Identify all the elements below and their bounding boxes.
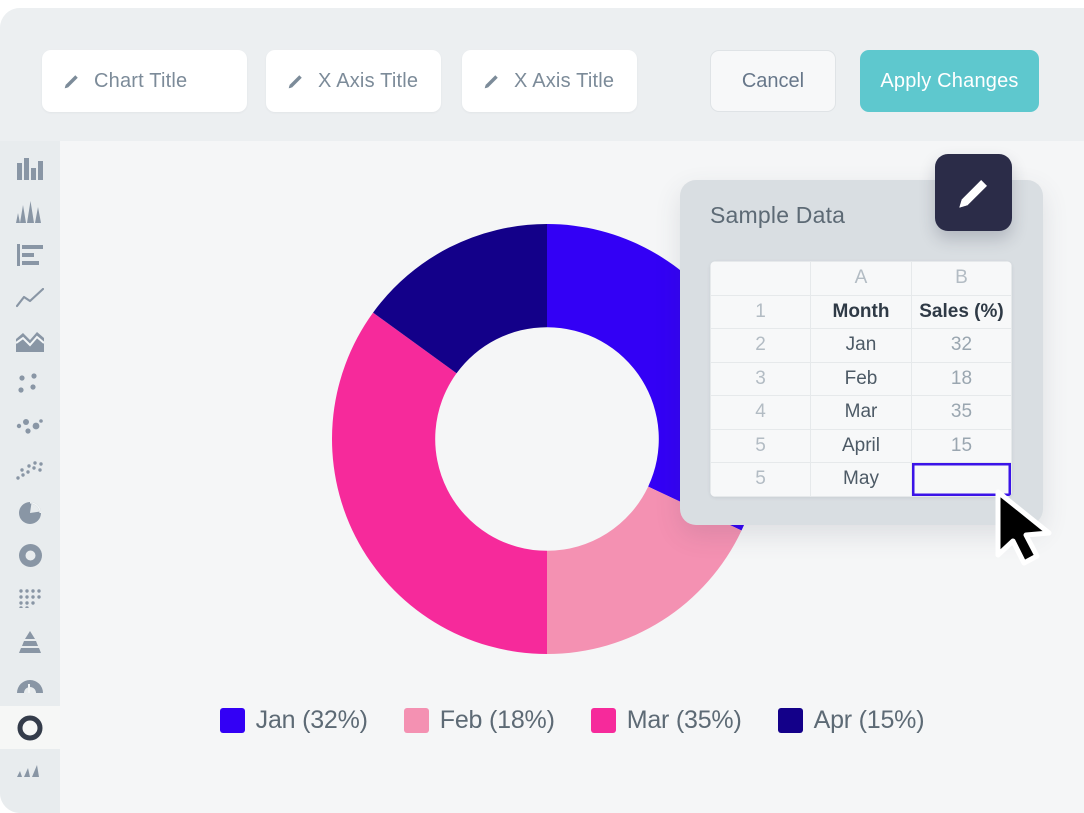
- column-header-blank[interactable]: [710, 261, 811, 296]
- sidebar-item-bubble-chart[interactable]: [0, 405, 60, 448]
- data-sheet[interactable]: A B 1 Month Sales (%) 2 Jan 32 3 Feb 18 4 Mar 35 5 Ap…: [710, 261, 1012, 497]
- row-number[interactable]: 5: [710, 462, 811, 497]
- row-number[interactable]: 3: [710, 361, 811, 396]
- column-header-b[interactable]: B: [911, 261, 1012, 296]
- pencil-icon: [958, 179, 987, 208]
- legend-label: Mar (35%): [626, 706, 742, 734]
- panel-title: Sample Data: [710, 202, 846, 228]
- peak-chart-icon: [16, 200, 41, 223]
- cell-b[interactable]: 15: [911, 428, 1012, 463]
- table-row: 2 Jan 32: [710, 328, 1012, 363]
- bar-chart-icon: [17, 157, 43, 180]
- x-axis-title-label-2: X Axis Title: [514, 69, 615, 92]
- pie-chart-icon: [19, 501, 41, 524]
- legend-swatch: [219, 708, 245, 733]
- sample-data-panel: Sample Data A B 1 Month Sales (%) 2 Jan 32 3 Fe…: [680, 154, 1043, 525]
- legend-label: Jan (32%): [255, 706, 368, 734]
- horizontal-bar-icon: [17, 243, 43, 266]
- table-row: 4 Mar 35: [710, 395, 1012, 430]
- sidebar-item-dot-plot[interactable]: [0, 362, 60, 405]
- chart-legend: Jan (32%) Feb (18%) Mar (35%) Apr (15%): [60, 706, 1084, 735]
- sidebar-item-scatter-plot[interactable]: [0, 448, 60, 491]
- pencil-icon: [288, 74, 302, 88]
- area-chart-icon: [16, 331, 44, 352]
- table-row: 3 Feb 18: [710, 361, 1012, 396]
- table-row: 5 May: [710, 462, 1012, 497]
- sidebar-item-horizontal-bar[interactable]: [0, 233, 60, 276]
- cell-b[interactable]: 35: [911, 395, 1012, 430]
- sidebar-item-donut-chart[interactable]: [0, 706, 60, 749]
- sidebar-item-donut-ring[interactable]: [0, 534, 60, 577]
- legend-item-jan[interactable]: Jan (32%): [219, 706, 368, 735]
- cell-b-selected[interactable]: [911, 462, 1012, 497]
- sidebar-item-peak-chart[interactable]: [0, 190, 60, 233]
- app-window: Chart Title X Axis Title X Axis Title Ca…: [0, 8, 1084, 813]
- legend-label: Apr (15%): [813, 706, 925, 734]
- table-row: 1 Month Sales (%): [710, 294, 1012, 329]
- legend-label: Feb (18%): [439, 706, 555, 734]
- cell-a[interactable]: Feb: [810, 361, 912, 396]
- dot-plot-icon: [18, 372, 37, 393]
- cell-a[interactable]: April: [810, 428, 912, 463]
- cell-a[interactable]: Jan: [810, 328, 912, 363]
- table-row: 5 April 15: [710, 428, 1012, 463]
- cell-a[interactable]: May: [810, 462, 912, 497]
- scatter-plot-icon: [16, 460, 43, 480]
- legend-swatch: [590, 708, 616, 733]
- cell-b[interactable]: 32: [911, 328, 1012, 363]
- chart-title-button[interactable]: Chart Title: [42, 50, 247, 112]
- chart-title-label: Chart Title: [94, 69, 188, 92]
- cell-a[interactable]: Mar: [810, 395, 912, 430]
- row-number[interactable]: 1: [710, 294, 811, 329]
- cell-b[interactable]: Sales (%): [911, 294, 1012, 329]
- sidebar-item-sparkline[interactable]: [0, 749, 60, 792]
- sidebar-item-bar-chart[interactable]: [0, 147, 60, 190]
- donut-slice-mar[interactable]: [332, 312, 547, 654]
- pencil-icon: [484, 74, 498, 88]
- row-number[interactable]: 5: [710, 428, 811, 463]
- sidebar-item-pie-chart[interactable]: [0, 491, 60, 534]
- edit-data-button[interactable]: [935, 154, 1012, 231]
- sparkline-icon: [17, 764, 39, 777]
- legend-swatch: [777, 708, 803, 733]
- x-axis-title-button-2[interactable]: X Axis Title: [462, 50, 637, 112]
- legend-item-apr[interactable]: Apr (15%): [777, 706, 925, 735]
- sidebar-item-gauge-chart[interactable]: [0, 663, 60, 706]
- cell-a[interactable]: Month: [810, 294, 912, 329]
- sidebar-item-dot-matrix[interactable]: [0, 577, 60, 620]
- table-column-header-row: A B: [710, 261, 1012, 296]
- pyramid-chart-icon: [19, 630, 41, 653]
- sidebar-item-line-chart[interactable]: [0, 276, 60, 319]
- chart-type-sidebar: [0, 141, 60, 813]
- dot-matrix-icon: [19, 589, 41, 608]
- legend-swatch: [403, 708, 429, 733]
- legend-item-mar[interactable]: Mar (35%): [590, 706, 742, 735]
- toolbar: Chart Title X Axis Title X Axis Title Ca…: [0, 8, 1084, 141]
- bubble-chart-icon: [16, 418, 43, 434]
- apply-changes-button[interactable]: Apply Changes: [860, 50, 1039, 112]
- column-header-a[interactable]: A: [810, 261, 912, 296]
- donut-chart-icon: [17, 715, 43, 740]
- row-number[interactable]: 2: [710, 328, 811, 363]
- row-number[interactable]: 4: [710, 395, 811, 430]
- legend-item-feb[interactable]: Feb (18%): [403, 706, 555, 735]
- donut-ring-icon: [18, 544, 42, 567]
- sidebar-item-area-chart[interactable]: [0, 319, 60, 362]
- cancel-button[interactable]: Cancel: [710, 50, 836, 112]
- gauge-chart-icon: [17, 679, 43, 693]
- cell-b[interactable]: 18: [911, 361, 1012, 396]
- data-table: A B 1 Month Sales (%) 2 Jan 32 3 Feb 18 4 Mar 35 5 Ap…: [710, 261, 1012, 497]
- x-axis-title-button-1[interactable]: X Axis Title: [266, 50, 441, 112]
- x-axis-title-label-1: X Axis Title: [318, 69, 419, 92]
- pencil-icon: [64, 74, 78, 88]
- line-chart-icon: [16, 287, 44, 307]
- sidebar-item-pyramid-chart[interactable]: [0, 620, 60, 663]
